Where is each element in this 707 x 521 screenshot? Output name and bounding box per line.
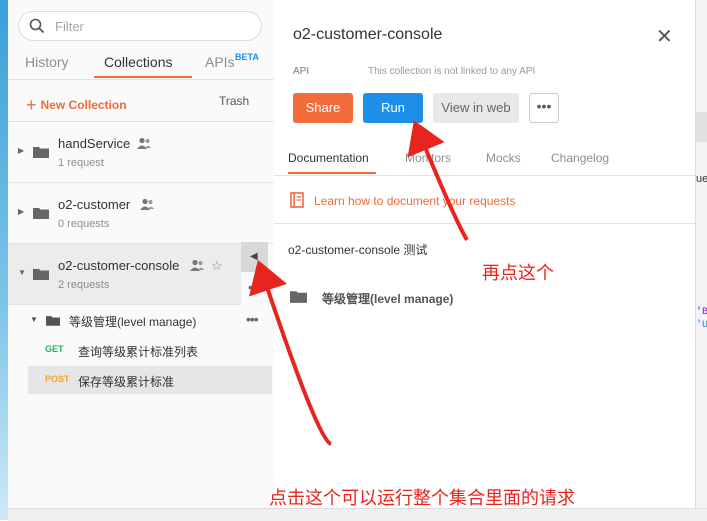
more-options-icon[interactable]: •••	[248, 279, 261, 295]
panel-title: o2-customer-console	[293, 26, 443, 43]
folder-icon	[46, 316, 60, 326]
collection-name: o2-customer	[58, 197, 131, 212]
collection-request-count: 0 requests	[58, 218, 110, 230]
request-item[interactable]: POST 保存等级累计标准	[28, 366, 272, 394]
collection-item-handservice[interactable]: ▶ handService 1 request	[8, 122, 274, 183]
tab-documentation[interactable]: Documentation	[288, 151, 369, 165]
team-icon	[140, 198, 154, 210]
beta-badge: BETA	[235, 52, 259, 62]
tab-mocks[interactable]: Mocks	[486, 151, 521, 165]
search-input[interactable]: Filter	[18, 11, 262, 41]
trash-button[interactable]: Trash	[219, 94, 249, 108]
chevron-down-icon[interactable]: ▼	[30, 315, 38, 324]
tab-monitors[interactable]: Monitors	[405, 151, 451, 165]
background-code: 'B'.	[696, 307, 707, 318]
collection-request-count: 2 requests	[58, 279, 110, 291]
collection-item-o2-customer[interactable]: ▶ o2-customer 0 requests	[8, 183, 274, 244]
run-button[interactable]: Run	[363, 93, 423, 123]
collection-item-o2-customer-console[interactable]: ▼ o2-customer-console ☆ 2 requests	[8, 244, 241, 305]
active-tab-indicator	[288, 172, 376, 174]
active-tab-indicator	[94, 76, 192, 78]
chevron-down-icon[interactable]: ▼	[18, 268, 26, 277]
tab-apis[interactable]: APIs	[205, 54, 235, 70]
method-badge: POST	[45, 374, 70, 384]
divider	[274, 175, 695, 176]
caret-left-icon: ◀	[250, 251, 258, 262]
folder-item[interactable]: ▼ 等级管理(level manage) •••	[28, 310, 272, 332]
tab-collections[interactable]: Collections	[104, 54, 172, 70]
folder-icon	[290, 291, 307, 303]
divider	[8, 79, 274, 80]
collection-description: o2-customer-console 测试	[288, 243, 428, 257]
team-icon	[137, 137, 151, 149]
star-icon[interactable]: ☆	[211, 258, 223, 274]
search-icon	[29, 18, 45, 34]
collection-name: o2-customer-console	[58, 258, 180, 273]
method-badge: GET	[45, 344, 64, 354]
folder-icon	[33, 208, 49, 219]
collection-request-count: 1 request	[58, 157, 104, 169]
documentation-help-link[interactable]: Learn how to document your requests	[314, 194, 515, 208]
request-item[interactable]: GET 查询等级累计标准列表	[28, 336, 272, 364]
document-icon	[290, 192, 304, 208]
request-name: 查询等级累计标准列表	[78, 345, 199, 359]
more-actions-button[interactable]: •••	[529, 93, 559, 123]
collection-detail-panel: o2-customer-console ✕ API This collectio…	[274, 0, 695, 508]
chevron-right-icon[interactable]: ▶	[18, 207, 24, 216]
new-collection-label: New Collection	[40, 98, 127, 112]
background-text: ue	[696, 173, 707, 185]
more-options-icon[interactable]: •••	[246, 311, 259, 327]
tab-changelog[interactable]: Changelog	[551, 151, 609, 165]
sidebar: Filter History Collections APIs BETA + Ne…	[8, 0, 275, 508]
plus-icon: +	[26, 95, 37, 115]
folder-name: 等级管理(level manage)	[69, 315, 197, 329]
background-code: 'U'	[696, 320, 707, 331]
chevron-right-icon[interactable]: ▶	[18, 146, 24, 155]
folder-link[interactable]: 等级管理(level manage)	[322, 290, 453, 307]
collection-runner-toggle-button[interactable]: ◀	[241, 242, 268, 272]
view-in-web-button[interactable]: View in web	[433, 93, 519, 123]
folder-icon	[33, 269, 49, 280]
new-collection-button[interactable]: + New Collection	[26, 93, 127, 115]
close-icon[interactable]: ✕	[656, 24, 673, 49]
search-placeholder: Filter	[55, 19, 84, 34]
desktop-background	[0, 0, 8, 520]
tab-history[interactable]: History	[25, 54, 69, 70]
team-icon	[190, 259, 204, 271]
annotation-text-runner: 点击这个可以运行整个集合里面的请求	[269, 488, 575, 508]
background-window: ue 'B'. 'U'	[695, 0, 707, 508]
folder-icon	[33, 147, 49, 158]
background-toolbar	[696, 112, 707, 142]
collection-name: handService	[58, 136, 131, 151]
annotation-text-run: 再点这个	[482, 263, 554, 283]
divider	[274, 223, 695, 224]
api-link-status: This collection is not linked to any API	[368, 66, 536, 77]
share-button[interactable]: Share	[293, 93, 353, 123]
request-name: 保存等级累计标准	[78, 375, 175, 389]
api-label: API	[293, 66, 310, 77]
